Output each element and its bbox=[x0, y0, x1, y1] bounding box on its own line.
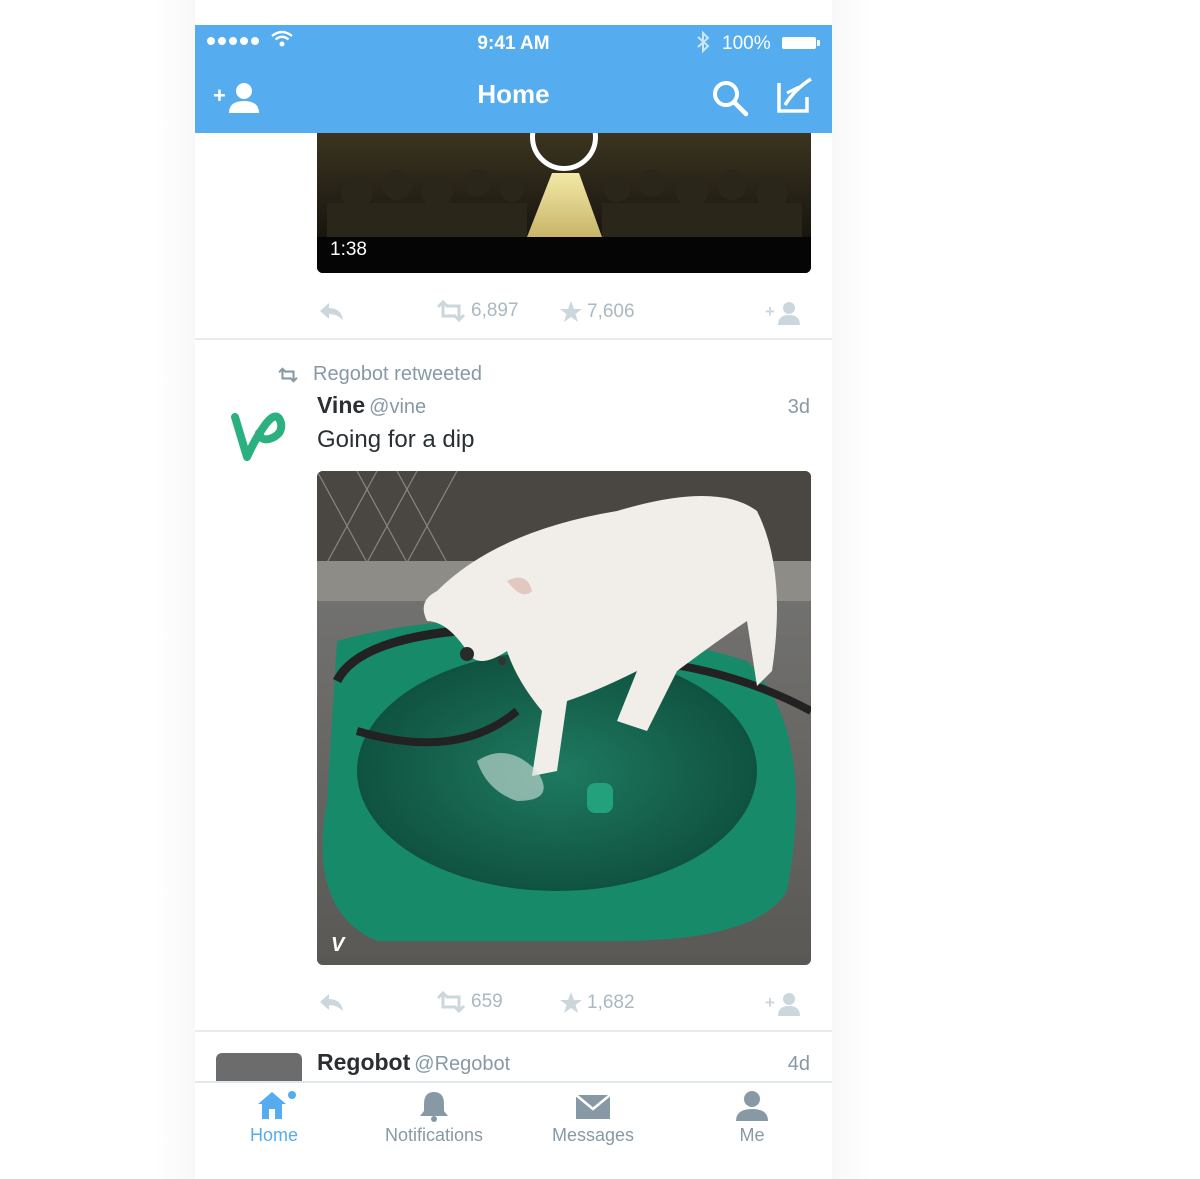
svg-text:+: + bbox=[765, 302, 775, 321]
phone-screen: 9:41 AM 100% + Home 1:38 6,897 7,606 + R… bbox=[195, 25, 832, 1165]
author-name: Vine bbox=[317, 392, 366, 418]
retweet-action[interactable]: 659 bbox=[435, 991, 503, 1013]
tweet-actions: 6,897 7,606 + bbox=[317, 298, 811, 330]
reply-icon[interactable] bbox=[317, 991, 345, 1015]
author-handle: @Regobot bbox=[414, 1053, 511, 1075]
nav-header: 9:41 AM 100% + Home bbox=[195, 25, 832, 133]
compose-icon[interactable] bbox=[773, 75, 815, 117]
author-handle: @vine bbox=[369, 396, 427, 418]
tab-home[interactable]: Home bbox=[204, 1089, 344, 1146]
retweet-context-label: Regobot retweeted bbox=[313, 363, 483, 385]
dog-pool-image: V bbox=[317, 471, 811, 965]
tweet-divider bbox=[195, 1030, 832, 1032]
tweet-author[interactable]: Vine @vine bbox=[317, 392, 426, 419]
follow-icon[interactable]: + bbox=[765, 300, 801, 326]
search-icon[interactable] bbox=[711, 79, 749, 117]
reply-icon[interactable] bbox=[317, 300, 345, 324]
regobot-avatar[interactable] bbox=[216, 1053, 302, 1083]
tab-label: Home bbox=[249, 1125, 298, 1145]
envelope-icon bbox=[575, 1094, 611, 1119]
battery-percent: 100% bbox=[722, 33, 771, 54]
retweet-icon bbox=[436, 991, 466, 1013]
tab-label: Me bbox=[739, 1125, 765, 1145]
status-bar: 9:41 AM 100% bbox=[195, 25, 832, 61]
vine-watermark-icon: V bbox=[331, 934, 346, 956]
tab-label: Messages bbox=[551, 1125, 635, 1145]
background-shade-right bbox=[832, 0, 872, 1179]
follow-icon[interactable]: + bbox=[765, 991, 801, 1017]
tweet-media[interactable]: V bbox=[317, 471, 811, 965]
vine-avatar[interactable] bbox=[231, 405, 287, 467]
battery-icon bbox=[782, 37, 820, 49]
background-shade-left bbox=[155, 0, 195, 1179]
tweet-actions: 659 1,682 + bbox=[317, 989, 811, 1021]
tweet-timestamp: 3d bbox=[787, 396, 810, 418]
tab-messages[interactable]: Messages bbox=[523, 1089, 663, 1146]
tab-label: Notifications bbox=[384, 1125, 484, 1145]
retweet-count: 659 bbox=[471, 991, 503, 1012]
retweet-action[interactable]: 6,897 bbox=[435, 300, 519, 322]
bluetooth-icon bbox=[697, 30, 710, 54]
tweet-text: Going for a dip bbox=[317, 426, 475, 453]
video-duration: 1:38 bbox=[330, 239, 367, 260]
home-icon bbox=[258, 1091, 296, 1119]
author-name: Regobot bbox=[317, 1049, 411, 1075]
tweet-author[interactable]: Regobot @Regobot bbox=[317, 1049, 510, 1076]
retweet-icon bbox=[436, 300, 466, 322]
tab-notifications[interactable]: Notifications bbox=[364, 1089, 504, 1146]
retweet-count: 6,897 bbox=[471, 300, 519, 321]
timeline-feed[interactable]: 1:38 6,897 7,606 + Regobot retweeted Vin… bbox=[195, 133, 832, 1083]
tweet-divider bbox=[195, 338, 832, 340]
star-icon bbox=[560, 301, 582, 322]
favorite-count: 1,682 bbox=[587, 992, 635, 1013]
person-icon bbox=[736, 1091, 768, 1121]
tweet-timestamp: 4d bbox=[787, 1053, 810, 1075]
retweet-context-icon bbox=[278, 366, 298, 383]
favorite-action[interactable]: 1,682 bbox=[559, 991, 635, 1015]
tab-me[interactable]: Me bbox=[682, 1089, 822, 1146]
bell-icon bbox=[420, 1092, 448, 1122]
favorite-count: 7,606 bbox=[587, 301, 635, 322]
svg-text:+: + bbox=[765, 993, 775, 1012]
favorite-action[interactable]: 7,606 bbox=[559, 300, 635, 324]
video-media[interactable]: 1:38 bbox=[317, 133, 811, 273]
tab-bar: Home Notifications Messages Me bbox=[195, 1081, 832, 1165]
star-icon bbox=[560, 992, 582, 1013]
retweet-context[interactable]: Regobot retweeted bbox=[277, 363, 482, 386]
